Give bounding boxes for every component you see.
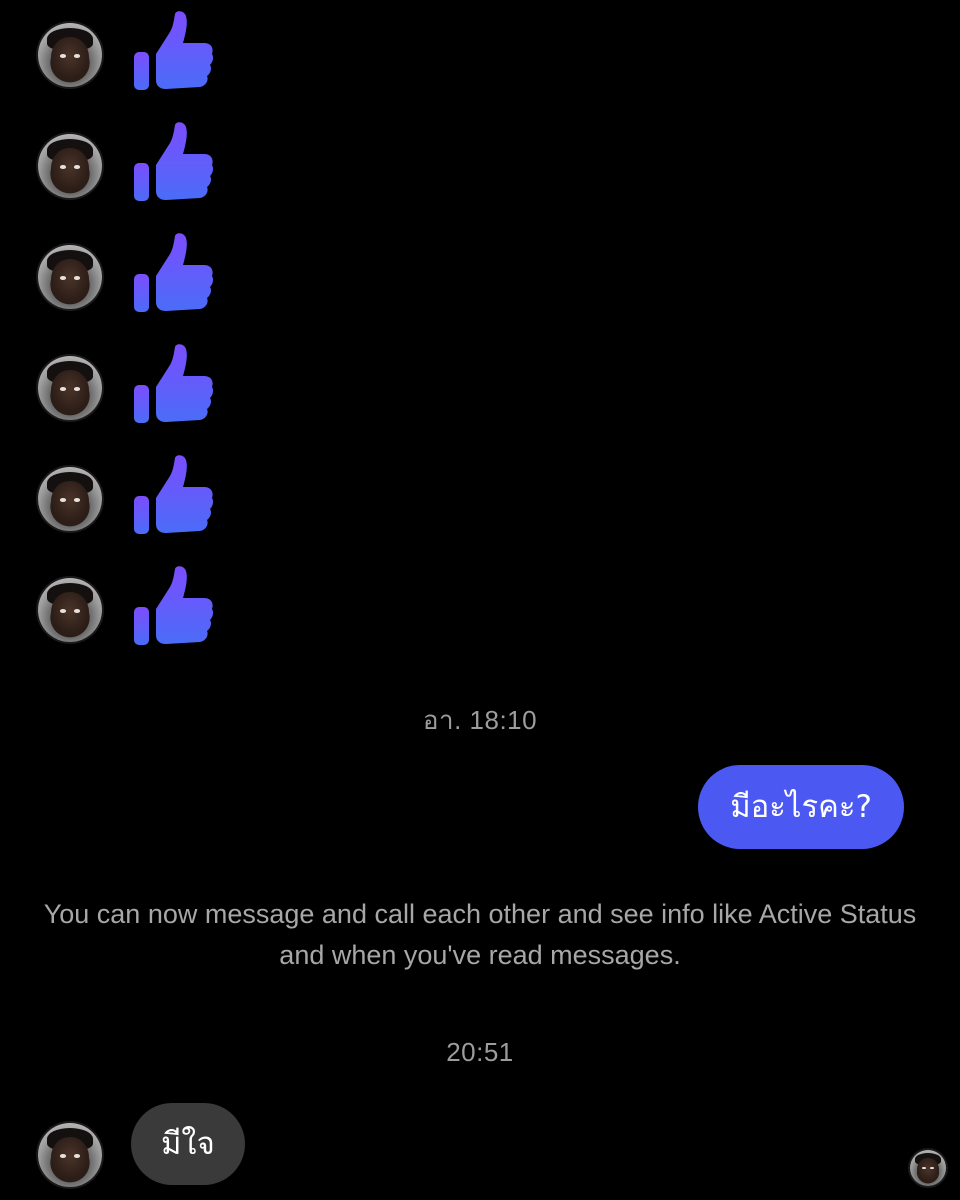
contact-avatar[interactable] <box>38 134 102 198</box>
timestamp-divider: อา. 18:10 <box>422 705 538 735</box>
outgoing-message-bubble[interactable]: มีอะไรคะ? <box>698 765 904 849</box>
timestamp-divider: 20:51 <box>446 1037 514 1067</box>
like-message-row <box>0 121 300 221</box>
thumbs-up-icon[interactable] <box>126 121 214 211</box>
contact-avatar[interactable] <box>38 23 102 87</box>
contact-avatar[interactable] <box>38 356 102 420</box>
contact-avatar[interactable] <box>38 245 102 309</box>
thumbs-up-icon[interactable] <box>126 343 214 433</box>
contact-avatar[interactable] <box>38 1123 102 1187</box>
incoming-message-bubble[interactable]: มีใจ <box>131 1103 245 1185</box>
like-message-row <box>0 343 300 443</box>
thumbs-up-icon[interactable] <box>126 565 214 655</box>
contact-avatar[interactable] <box>38 467 102 531</box>
thumbs-up-icon[interactable] <box>126 10 214 100</box>
like-message-row <box>0 454 300 554</box>
thumbs-up-icon[interactable] <box>126 232 214 322</box>
like-message-row <box>0 10 300 110</box>
thumbs-up-icon[interactable] <box>126 454 214 544</box>
like-message-row <box>0 565 300 665</box>
system-notice: You can now message and call each other … <box>43 899 917 970</box>
like-message-row <box>0 232 300 332</box>
contact-avatar[interactable] <box>38 578 102 642</box>
read-receipt-avatar <box>910 1150 946 1186</box>
